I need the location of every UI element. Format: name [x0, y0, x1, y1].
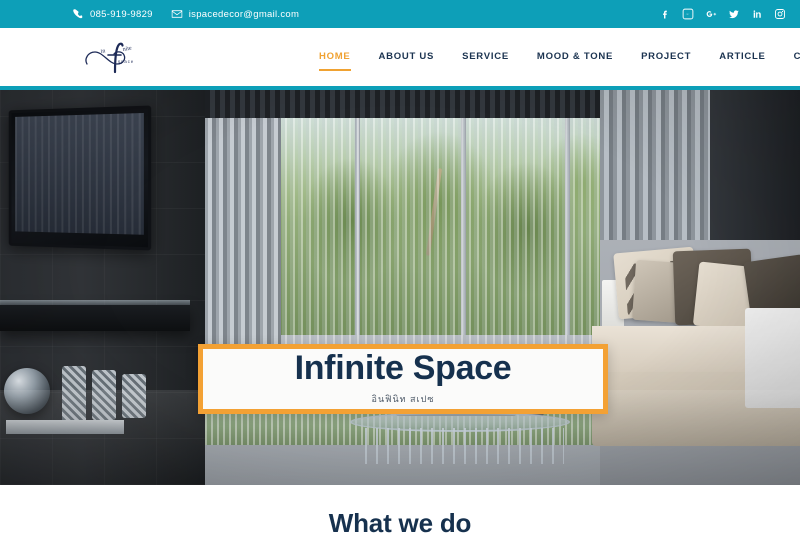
what-we-do-section: What we do: [0, 485, 800, 533]
main-navigation: HOME ABOUT US SERVICE MOOD & TONE PROJEC…: [305, 28, 800, 86]
twitter-icon[interactable]: [728, 8, 740, 20]
nav-item-home[interactable]: HOME: [305, 28, 365, 86]
hero-banner: Infinite Space อินฟินิท สเปซ: [0, 90, 800, 485]
tv-wall: [0, 90, 205, 485]
nav-item-project[interactable]: PROJECT: [627, 28, 705, 86]
instagram-icon[interactable]: [774, 8, 786, 20]
decor-vase: [122, 374, 146, 418]
nav-item-about-us[interactable]: ABOUT US: [365, 28, 449, 86]
dark-wall-panel: [710, 90, 800, 240]
svg-text:in: in: [100, 48, 106, 55]
facebook-icon[interactable]: [659, 8, 671, 20]
glass-coffee-table: [350, 384, 570, 464]
decor-vase: [62, 366, 86, 424]
email-address: ispacedecor@gmail.com: [188, 8, 300, 20]
phone-number: 085-919-9829: [90, 8, 153, 20]
table-legs: [356, 428, 564, 464]
messenger-icon[interactable]: [682, 8, 694, 20]
hero-title: Infinite Space: [294, 348, 512, 387]
decor-vase: [92, 370, 116, 420]
social-links: [659, 0, 786, 28]
phone-contact[interactable]: 085-919-9829: [72, 8, 153, 20]
nav-item-contact-us[interactable]: CONTACT US: [780, 28, 800, 86]
shelf-books: [6, 420, 124, 434]
svg-text:space: space: [118, 59, 134, 64]
side-curtain: [205, 90, 281, 365]
hero-title-card: Infinite Space อินฟินิท สเปซ: [198, 344, 608, 414]
curtain-valance: [205, 90, 625, 118]
google-plus-icon[interactable]: [705, 8, 717, 20]
media-console: [0, 305, 190, 331]
svg-text:nite: nite: [122, 45, 132, 53]
side-table: [745, 308, 800, 408]
section-title: What we do: [328, 508, 472, 533]
hero-subtitle: อินฟินิท สเปซ: [371, 393, 435, 404]
television: [8, 105, 152, 251]
contact-info-group: 085-919-9829 ispacedecor@gmail.com: [72, 8, 299, 20]
nav-item-article[interactable]: ARTICLE: [705, 28, 779, 86]
email-contact[interactable]: ispacedecor@gmail.com: [171, 8, 299, 20]
sofa-area: [592, 90, 800, 485]
linkedin-icon[interactable]: [751, 8, 763, 20]
nav-item-service[interactable]: SERVICE: [448, 28, 523, 86]
hero-background-image: [0, 90, 800, 485]
decor-sphere: [4, 368, 50, 414]
site-logo[interactable]: in nite space: [78, 35, 150, 79]
top-utility-bar: 085-919-9829 ispacedecor@gmail.com: [0, 0, 800, 28]
phone-icon: [72, 8, 84, 20]
nav-item-mood-tone[interactable]: MOOD & TONE: [523, 28, 627, 86]
envelope-icon: [171, 8, 183, 20]
site-header: in nite space HOME ABOUT US SERVICE MOOD…: [0, 28, 800, 86]
